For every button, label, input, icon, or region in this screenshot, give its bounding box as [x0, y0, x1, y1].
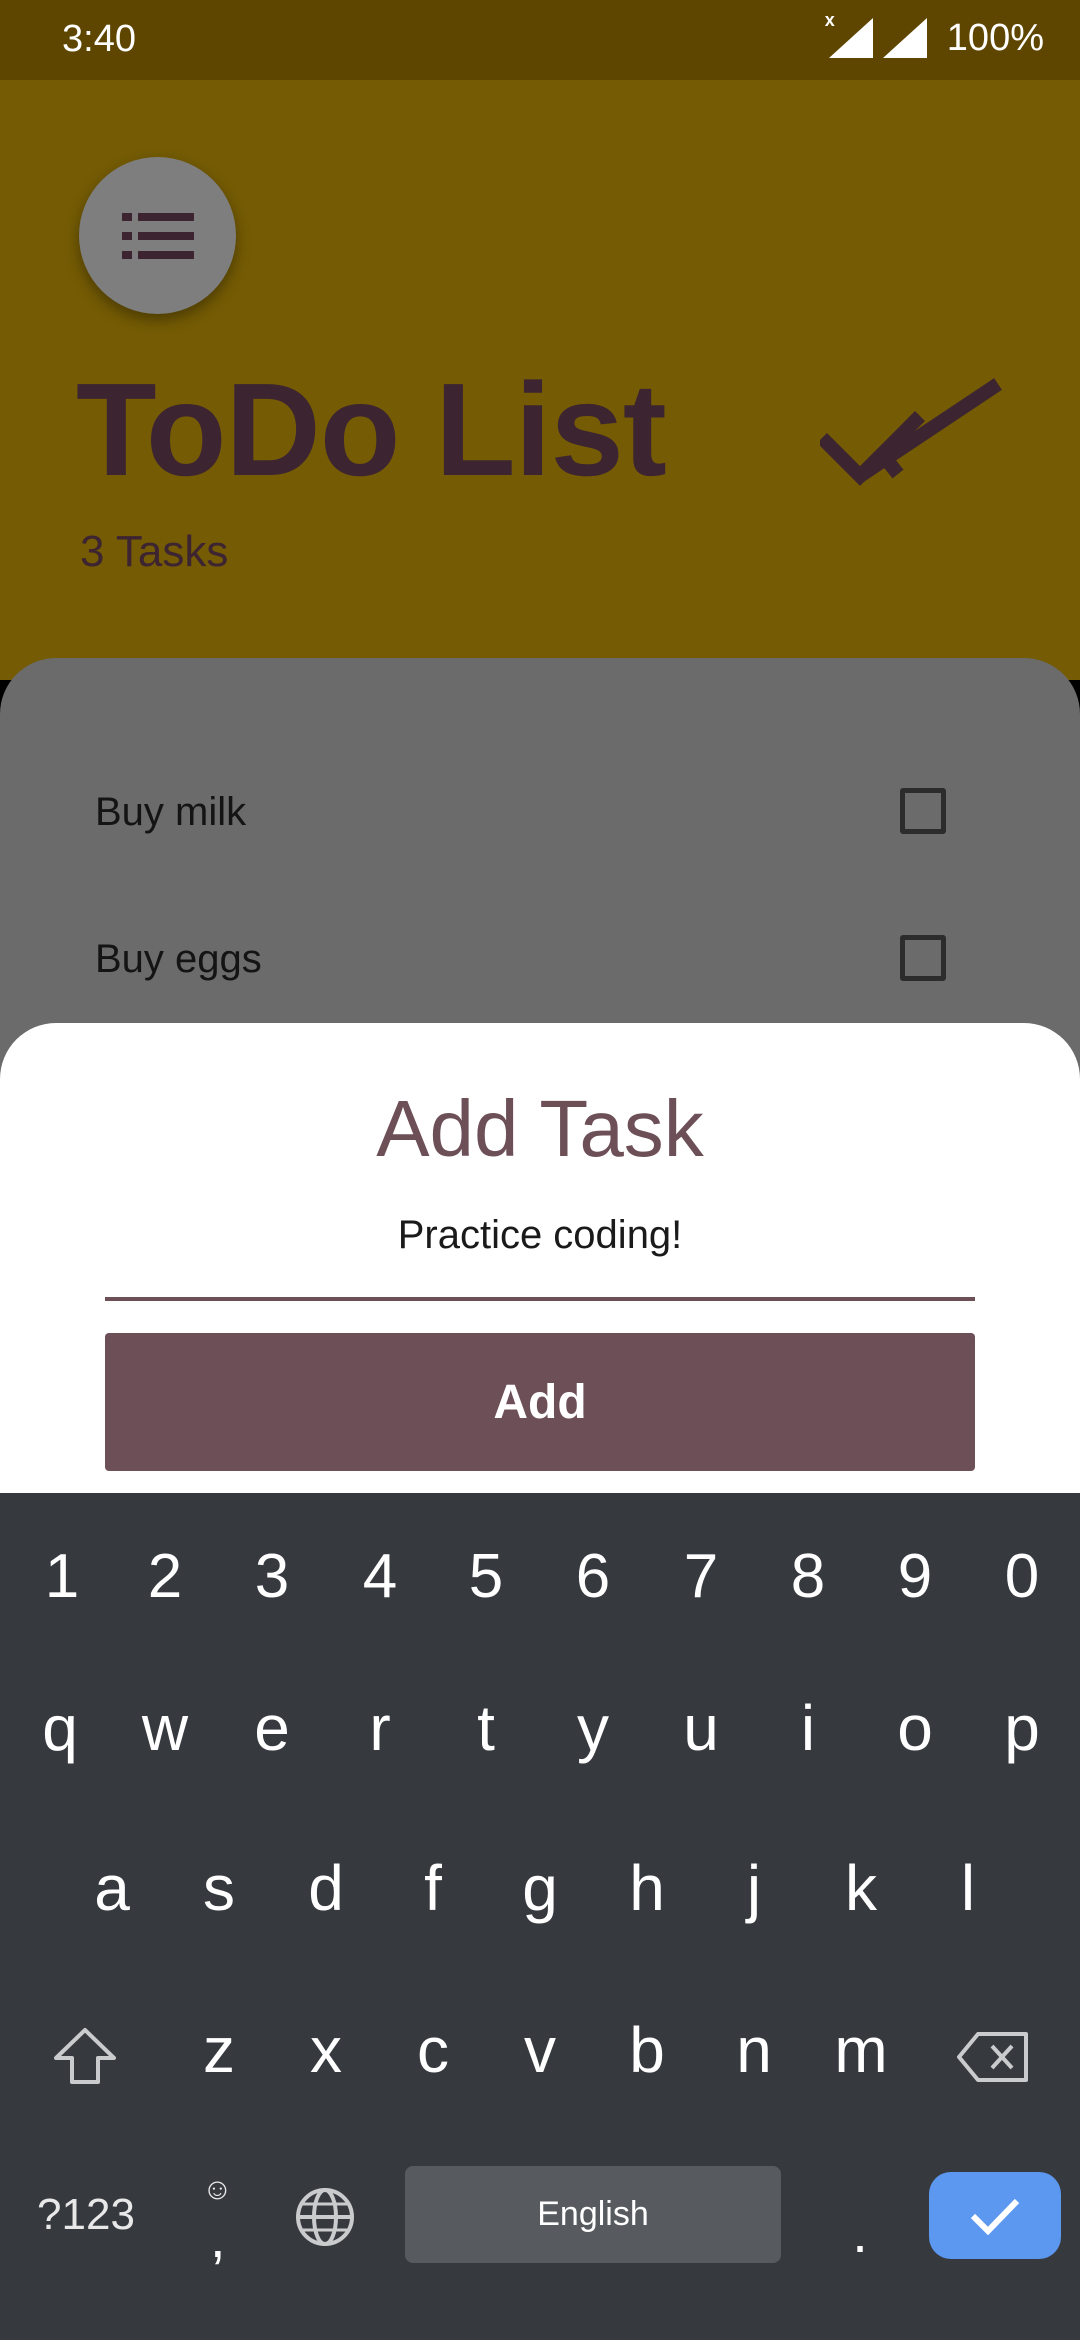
key-9[interactable]: 9 [861, 1516, 969, 1636]
task-row[interactable]: Buy milk [0, 758, 1080, 868]
period-key[interactable]: . [835, 2175, 885, 2265]
key-u[interactable]: u [647, 1668, 755, 1788]
task-input[interactable] [105, 1193, 975, 1301]
key-p[interactable]: p [968, 1668, 1076, 1788]
menu-button[interactable] [79, 157, 236, 314]
status-bar: 3:40 x 100% [0, 0, 1080, 80]
status-time: 3:40 [62, 18, 136, 60]
key-v[interactable]: v [486, 1990, 594, 2110]
key-1[interactable]: 1 [8, 1516, 116, 1636]
key-8[interactable]: 8 [754, 1516, 862, 1636]
task-label: Buy milk [95, 790, 247, 834]
key-f[interactable]: f [379, 1828, 487, 1948]
key-z[interactable]: z [165, 1990, 273, 2110]
task-row[interactable]: Buy eggs [0, 905, 1080, 1015]
signal-icon: x [825, 10, 873, 58]
key-5[interactable]: 5 [432, 1516, 540, 1636]
comma-label: , [210, 2206, 226, 2269]
key-n[interactable]: n [700, 1990, 808, 2110]
task-count: 3 Tasks [80, 527, 229, 576]
emoji-hint-icon: ☺ [202, 2173, 233, 2206]
signal-strength-icon [882, 18, 927, 58]
key-t[interactable]: t [432, 1668, 540, 1788]
page-title: ToDo List [76, 356, 667, 503]
key-g[interactable]: g [486, 1828, 594, 1948]
enter-key[interactable] [929, 2172, 1061, 2259]
key-b[interactable]: b [593, 1990, 701, 2110]
key-e[interactable]: e [218, 1668, 326, 1788]
key-x[interactable]: x [272, 1990, 380, 2110]
key-l[interactable]: l [914, 1828, 1022, 1948]
key-a[interactable]: a [58, 1828, 166, 1948]
add-button[interactable]: Add [105, 1333, 975, 1471]
key-y[interactable]: y [539, 1668, 647, 1788]
done-all-icon [820, 378, 1002, 486]
key-j[interactable]: j [700, 1828, 808, 1948]
key-w[interactable]: w [111, 1668, 219, 1788]
key-6[interactable]: 6 [539, 1516, 647, 1636]
sheet-title: Add Task [376, 1084, 704, 1173]
key-4[interactable]: 4 [326, 1516, 434, 1636]
check-icon [970, 2198, 1020, 2235]
key-7[interactable]: 7 [647, 1516, 755, 1636]
key-q[interactable]: q [6, 1668, 114, 1788]
task-checkbox[interactable] [900, 935, 946, 981]
key-h[interactable]: h [593, 1828, 701, 1948]
list-icon [121, 212, 194, 259]
key-r[interactable]: r [326, 1668, 434, 1788]
shift-key[interactable] [52, 2026, 118, 2086]
key-o[interactable]: o [861, 1668, 969, 1788]
space-key[interactable]: English [405, 2166, 781, 2263]
comma-key[interactable]: ☺ , [178, 2155, 258, 2275]
status-icons: x 100% [825, 10, 1044, 60]
key-d[interactable]: d [272, 1828, 380, 1948]
symbols-key[interactable]: ?123 [22, 2178, 150, 2252]
task-checkbox[interactable] [900, 788, 946, 834]
key-k[interactable]: k [807, 1828, 915, 1948]
add-task-sheet: Add Task Add [0, 1023, 1080, 1493]
key-c[interactable]: c [379, 1990, 487, 2110]
key-3[interactable]: 3 [218, 1516, 326, 1636]
key-i[interactable]: i [754, 1668, 862, 1788]
globe-icon[interactable] [290, 2182, 360, 2252]
no-sim-mark: x [824, 10, 835, 30]
key-s[interactable]: s [165, 1828, 273, 1948]
key-2[interactable]: 2 [111, 1516, 219, 1636]
task-label: Buy eggs [95, 937, 262, 981]
battery-level: 100% [946, 16, 1044, 59]
key-0[interactable]: 0 [968, 1516, 1076, 1636]
key-m[interactable]: m [807, 1990, 915, 2110]
backspace-key[interactable] [956, 2030, 1030, 2084]
